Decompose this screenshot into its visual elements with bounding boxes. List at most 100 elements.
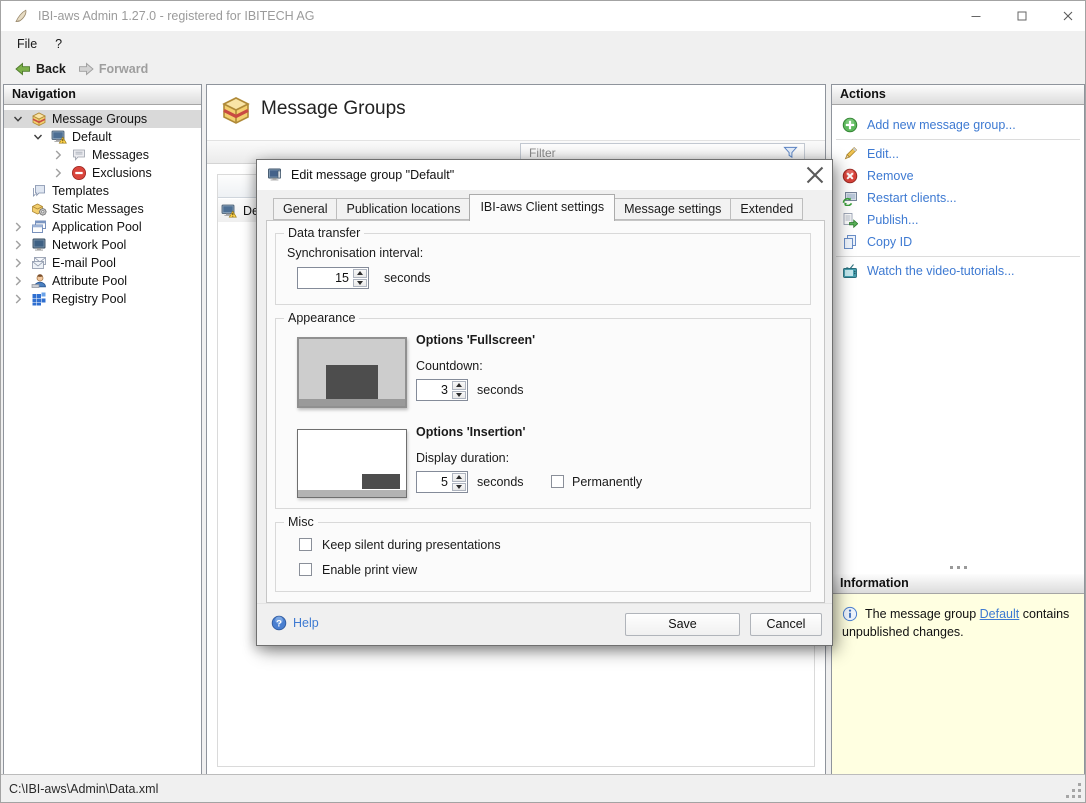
chevron-right-icon[interactable] [50,147,66,163]
back-button[interactable]: Back [9,58,72,80]
tree-item-label: Default [72,130,112,144]
filter-input[interactable] [521,146,783,160]
sync-interval-spinner [297,267,369,289]
tree-item-label: Registry Pool [52,292,126,306]
tree-item-label: Attribute Pool [52,274,127,288]
action-label: Add new message group... [867,118,1016,132]
sync-interval-label: Synchronisation interval: [287,246,423,260]
chevron-down-icon[interactable] [30,129,46,145]
tree-item-exclusions[interactable]: Exclusions [4,164,201,182]
tree-item-attribute-pool[interactable]: Attribute Pool [4,272,201,290]
tree-item-message-groups[interactable]: Message Groups [4,110,201,128]
fullscreen-preview [297,337,407,408]
chevron-down-icon[interactable] [10,111,26,127]
tree-item-label: Exclusions [92,166,152,180]
checkbox-keep-silent-during-presentations[interactable] [299,538,312,551]
add-icon [842,117,858,133]
action-restart-clients[interactable]: Restart clients... [832,187,1084,209]
tree-item-network-pool[interactable]: Network Pool [4,236,201,254]
chevron-right-icon[interactable] [10,291,26,307]
app-icon [13,8,29,24]
chevron-right-icon[interactable] [50,165,66,181]
maximize-button[interactable] [993,1,1039,31]
action-publish[interactable]: Publish... [832,209,1084,231]
spin-down-button[interactable] [452,391,466,400]
menu-item-file[interactable]: File [8,34,46,54]
separator [836,256,1080,257]
action-add-new-message-group[interactable]: Add new message group... [832,114,1084,136]
tab-extended[interactable]: Extended [731,198,803,220]
spin-down-button[interactable] [353,279,367,288]
resize-grip-icon[interactable] [1067,784,1081,798]
splitter-gripper[interactable] [832,566,1084,569]
tree-item-templates[interactable]: Templates [4,182,201,200]
menu-item-help[interactable]: ? [46,34,71,54]
window-title: IBI-aws Admin 1.27.0 - registered for IB… [38,9,315,23]
action-label: Edit... [867,147,899,161]
actions-list: Add new message group... Edit... RemoveRes… [832,105,1084,282]
filter-icon[interactable] [783,145,798,160]
minimize-button[interactable] [947,1,993,31]
navigation-panel: Navigation Message GroupsDefaultMessages… [3,84,202,776]
spin-up-button[interactable] [452,473,466,482]
chevron-right-icon[interactable] [10,255,26,271]
tree-item-registry-pool[interactable]: Registry Pool [4,290,201,308]
countdown-unit: seconds [477,383,524,397]
display-duration-unit: seconds [477,475,524,489]
tree-item-e-mail-pool[interactable]: E-mail Pool [4,254,201,272]
tab-publication-locations[interactable]: Publication locations [337,198,470,220]
close-button[interactable] [1039,1,1085,31]
menu-bar: File? [1,31,1085,57]
tree-item-default[interactable]: Default [4,128,201,146]
tree-item-messages[interactable]: Messages [4,146,201,164]
countdown-label: Countdown: [416,359,483,373]
back-label: Back [36,62,66,76]
chevron-right-icon[interactable] [10,237,26,253]
misc-legend: Misc [284,515,318,529]
dialog-tabstrip: GeneralPublication locationsIBI-aws Clie… [273,198,803,220]
countdown-input[interactable] [417,380,451,400]
action-copy-id[interactable]: Copy ID [832,231,1084,253]
dialog-title-bar: Edit message group "Default" [257,160,832,190]
action-watch-the-video-tutorials[interactable]: Watch the video-tutorials... [832,260,1084,282]
default-group-link[interactable]: Default [980,607,1020,621]
cancel-button[interactable]: Cancel [750,613,822,636]
tree-item-label: Application Pool [52,220,142,234]
tree-item-application-pool[interactable]: Application Pool [4,218,201,236]
dialog-tabpage: Data transfer Synchronisation interval: … [266,220,825,603]
help-link[interactable]: ? Help [271,615,319,631]
restart-clients-icon [842,190,858,206]
sync-interval-input[interactable] [298,268,352,288]
chevron-right-icon[interactable] [10,273,26,289]
tab-ibi-aws-client-settings[interactable]: IBI-aws Client settings [469,194,615,221]
nav-toolbar: Back Forward [1,57,1085,81]
spin-down-button[interactable] [452,483,466,492]
spin-up-button[interactable] [353,269,367,278]
sync-interval-unit: seconds [384,271,431,285]
action-remove[interactable]: Remove [832,165,1084,187]
chevron-right-icon[interactable] [10,219,26,235]
svg-text:?: ? [276,619,282,630]
dialog-close-button[interactable] [798,160,832,190]
message-groups-icon [31,111,47,127]
action-edit[interactable]: Edit... [832,143,1084,165]
checkbox-label: Enable print view [322,563,417,577]
checkbox-enable-print-view[interactable] [299,563,312,576]
copy-id-icon [842,234,858,250]
save-button[interactable]: Save [625,613,740,636]
spin-up-button[interactable] [452,381,466,390]
permanently-checkbox[interactable] [551,475,564,488]
forward-label: Forward [99,62,148,76]
tab-general[interactable]: General [273,198,337,220]
minimize-icon [968,8,984,24]
actions-header: Actions [832,85,1084,105]
tab-message-settings[interactable]: Message settings [615,198,731,220]
tree-item-static-messages[interactable]: Static Messages [4,200,201,218]
forward-button[interactable]: Forward [72,58,154,80]
display-duration-input[interactable] [417,472,451,492]
exclusions-icon [71,165,87,181]
separator [836,139,1080,140]
insertion-preview [297,429,407,498]
edit-icon [842,146,858,162]
information-header: Information [832,574,1084,594]
